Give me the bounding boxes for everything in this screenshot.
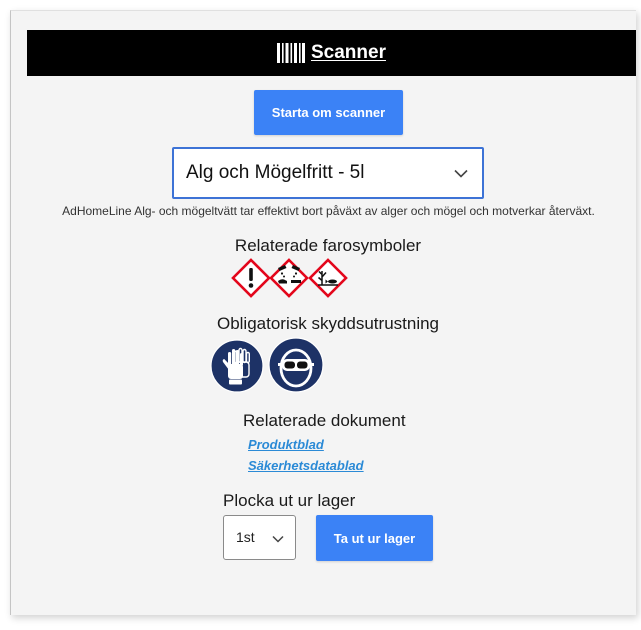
protective-equipment-symbols <box>210 337 324 393</box>
exclamation-mark-icon <box>231 258 271 298</box>
barcode-icon <box>277 43 305 63</box>
pick-from-stock-heading: Plocka ut ur lager <box>223 491 356 510</box>
chevron-down-icon <box>454 169 468 178</box>
app-header: Scanner <box>27 30 636 76</box>
hazard-symbols <box>231 258 348 298</box>
chevron-down-icon <box>272 535 284 543</box>
restart-scanner-button[interactable]: Starta om scanner <box>254 90 403 135</box>
protective-equipment-heading: Obligatorisk skyddsutrustning <box>216 314 440 333</box>
app-title-link[interactable]: Scanner <box>311 42 386 64</box>
product-select[interactable]: Alg och Mögelfritt - 5l <box>172 147 484 199</box>
hazard-symbols-heading: Relaterade farosymboler <box>234 236 422 255</box>
quantity-select-value: 1st <box>236 529 255 545</box>
safety-goggles-icon <box>268 337 324 393</box>
quantity-select[interactable]: 1st <box>223 515 296 560</box>
environmental-hazard-icon <box>308 258 348 298</box>
safety-data-sheet-link[interactable]: Säkerhetsdatablad <box>248 457 364 475</box>
related-documents-heading: Relaterade dokument <box>243 411 406 430</box>
product-sheet-link[interactable]: Produktblad <box>248 436 324 454</box>
corrosive-icon <box>269 258 309 298</box>
protective-gloves-icon <box>210 339 264 393</box>
take-from-stock-button[interactable]: Ta ut ur lager <box>316 515 433 561</box>
product-description: AdHomeLine Alg- och mögeltvätt tar effek… <box>62 204 595 218</box>
product-select-value: Alg och Mögelfritt - 5l <box>186 162 365 183</box>
